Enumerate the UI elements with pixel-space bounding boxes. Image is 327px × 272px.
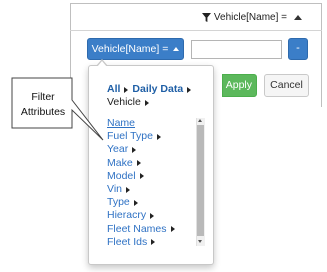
attribute-item-label: Name [107,117,136,129]
chevron-right-icon [187,86,192,93]
menu-breadcrumb: All Daily Data Vehicle [107,83,192,109]
stage: Vehicle[Name] = Vehicle[Name] = - Apply … [0,0,327,272]
attribute-item-vin[interactable]: Vin [107,183,197,196]
caret-up-icon [294,15,302,20]
attribute-item-label: Fuel Type [107,130,153,143]
attribute-item-label: Make [107,156,133,169]
chevron-right-icon [150,213,155,220]
callout-line-2: Attributes [20,106,66,118]
attribute-item-label: Type [107,196,130,209]
scroll-up-icon[interactable] [198,119,202,122]
attribute-item-label: Vin [107,183,122,196]
attribute-item-label: Model [107,169,136,182]
attribute-item-label: Year [107,143,129,156]
cancel-button[interactable]: Cancel [264,74,309,97]
chevron-right-icon [126,186,130,193]
attribute-item-label: Hieracry [107,209,147,222]
attribute-item-fleet-names[interactable]: Fleet Names [107,223,197,236]
callout-text: Filter Attributes [12,90,74,120]
callout-line-1: Filter [31,91,55,103]
chevron-right-icon [170,226,175,233]
chevron-right-icon [139,173,144,180]
attribute-item-hieracry[interactable]: Hieracry [107,209,197,222]
filter-summary-label: Vehicle[Name] = [213,12,287,23]
chevron-right-icon [151,239,156,246]
menu-notch-inner [97,61,107,67]
scroll-down-icon[interactable] [198,240,202,243]
attribute-item-label: Fleet Names [107,222,167,235]
caret-up-icon [173,47,180,51]
filter-panel-header: Vehicle[Name] = [70,3,322,31]
attribute-item-fleet-ids[interactable]: Fleet Ids [107,236,197,249]
apply-button[interactable]: Apply [222,74,257,97]
chevron-right-icon [132,147,137,153]
chevron-right-icon [156,133,161,140]
filter-value-input[interactable] [191,40,282,59]
chevron-right-icon [144,99,149,106]
menu-scrollbar-thumb[interactable] [197,125,204,236]
chevron-right-icon [133,199,138,206]
breadcrumb-daily-data[interactable]: Daily Data [132,83,183,96]
filter-summary[interactable]: Vehicle[Name] = [201,12,302,23]
attribute-item-model[interactable]: Model [107,170,197,183]
attribute-item-label: Fleet Ids [107,235,148,248]
chevron-right-icon [124,86,129,93]
remove-filter-button[interactable]: - [288,38,308,60]
breadcrumb-vehicle[interactable]: Vehicle [107,96,141,109]
chevron-right-icon [136,160,141,167]
attribute-item-type[interactable]: Type [107,196,197,209]
attribute-item-make[interactable]: Make [107,157,197,170]
attribute-item-fuel-type[interactable]: Fuel Type [107,130,197,143]
attribute-list: Name Fuel Type Year Make Model Vin Type … [107,117,197,249]
attribute-item-year[interactable]: Year [107,143,197,156]
breadcrumb-all[interactable]: All [107,83,120,96]
attribute-item-name[interactable]: Name [107,117,197,130]
attribute-dropdown-label: Vehicle[Name] = [91,43,169,55]
funnel-icon [201,13,211,22]
attribute-dropdown-button[interactable]: Vehicle[Name] = [87,38,184,60]
